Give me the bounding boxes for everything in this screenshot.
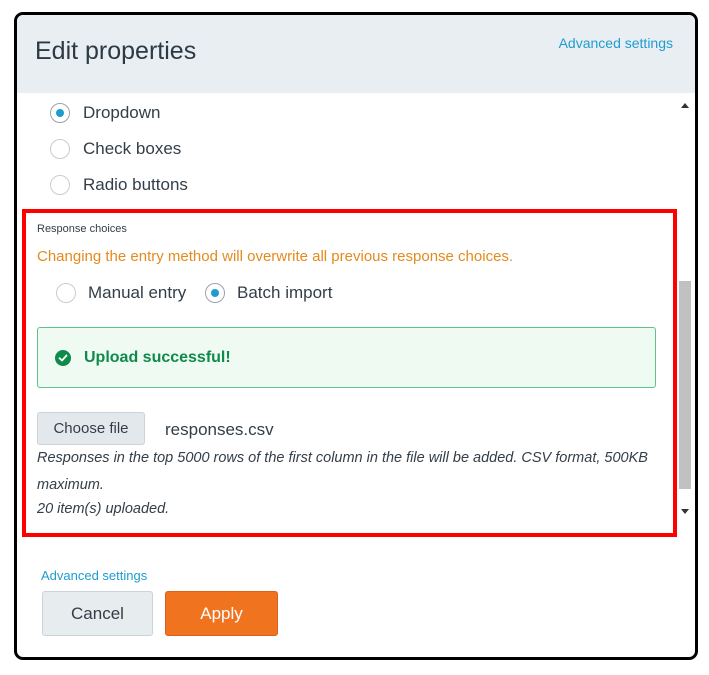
radio-label: Check boxes [83, 139, 182, 158]
radio-label: Manual entry [88, 283, 187, 302]
radio-button[interactable] [56, 283, 76, 303]
apply-button[interactable]: Apply [165, 591, 278, 636]
cancel-button[interactable]: Cancel [42, 591, 153, 636]
choose-file-button[interactable]: Choose file [37, 412, 145, 445]
radio-option-batch-import[interactable]: Batch import [205, 283, 332, 303]
radio-label: Dropdown [83, 103, 161, 122]
radio-button[interactable] [50, 139, 70, 159]
radio-button-checked[interactable] [205, 283, 225, 303]
radio-option-check-boxes[interactable]: Check boxes [50, 139, 181, 159]
radio-option-dropdown[interactable]: Dropdown [50, 103, 161, 123]
scroll-down-arrow-icon[interactable] [681, 509, 689, 514]
scroll-up-arrow-icon[interactable] [681, 103, 689, 108]
properties-scroll-area: Dropdown Check boxes Radio buttons Respo… [17, 93, 695, 537]
radio-label: Radio buttons [83, 175, 188, 194]
overwrite-warning: Changing the entry method will overwrite… [37, 248, 514, 265]
edit-properties-dialog: Edit properties Advanced settings Dropdo… [14, 12, 698, 660]
upload-help-text: Responses in the top 5000 rows of the fi… [37, 450, 648, 493]
dialog-title: Edit properties [35, 37, 197, 65]
response-choices-label: Response choices [37, 223, 127, 235]
advanced-settings-link-footer[interactable]: Advanced settings [41, 568, 147, 583]
radio-label: Batch import [237, 283, 333, 302]
dialog-header: Edit properties Advanced settings [17, 15, 695, 93]
upload-success-alert: Upload successful! [37, 327, 656, 388]
success-message: Upload successful! [84, 349, 231, 366]
uploaded-count-text: 20 item(s) uploaded. [37, 501, 170, 517]
selected-file-name: responses.csv [165, 420, 274, 439]
vertical-scrollbar[interactable] [677, 93, 693, 537]
radio-option-manual-entry[interactable]: Manual entry [56, 283, 186, 303]
check-circle-icon [55, 350, 71, 366]
radio-button[interactable] [50, 175, 70, 195]
scrollbar-thumb[interactable] [679, 281, 691, 489]
radio-option-radio-buttons[interactable]: Radio buttons [50, 175, 188, 195]
radio-button-checked[interactable] [50, 103, 70, 123]
advanced-settings-link-top[interactable]: Advanced settings [559, 35, 673, 51]
